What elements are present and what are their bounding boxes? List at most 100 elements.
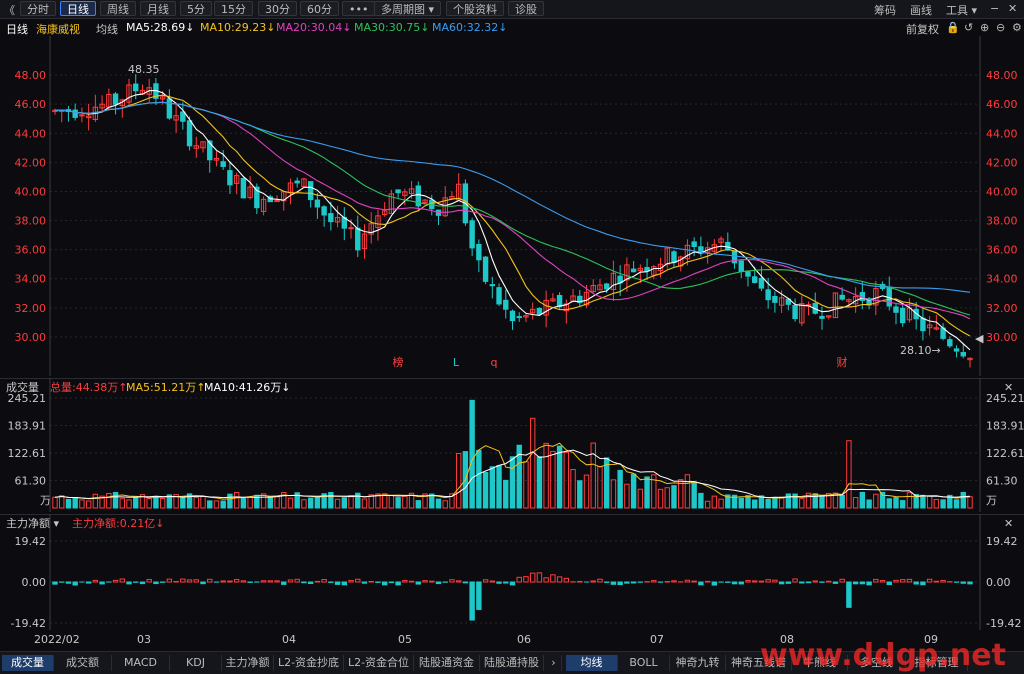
- flow-bar: [652, 581, 656, 582]
- svg-text:q: q: [491, 356, 498, 369]
- volume-bar: [820, 496, 824, 508]
- flow-bar: [672, 581, 676, 582]
- draw-line-button[interactable]: 画线: [910, 2, 932, 18]
- volume-bar: [483, 473, 487, 508]
- candle: [631, 261, 635, 273]
- flow-bar: [759, 581, 763, 582]
- candle: [450, 191, 454, 199]
- more-button[interactable]: •••: [342, 1, 375, 16]
- tab-60min[interactable]: 60分: [300, 1, 339, 16]
- volume-bar: [234, 492, 238, 508]
- stock-profile-button[interactable]: 个股资料: [446, 1, 504, 16]
- indicator-tab[interactable]: 主力净额: [222, 655, 274, 671]
- candle: [887, 277, 891, 311]
- zoom-in-icon[interactable]: ⊕: [980, 21, 989, 34]
- flow-bar: [833, 582, 837, 583]
- tools-button[interactable]: 工具 ▾: [946, 2, 977, 18]
- candle: [564, 299, 568, 323]
- tab-30min[interactable]: 30分: [258, 1, 297, 16]
- event-marker[interactable]: q: [491, 356, 498, 369]
- flow-bar: [773, 580, 777, 582]
- diagnose-button[interactable]: 诊股: [508, 1, 544, 16]
- tab-weekly[interactable]: 周线: [100, 1, 136, 16]
- indicator-tab[interactable]: L2-资金抄底: [274, 655, 344, 671]
- flow-bar: [113, 580, 117, 582]
- minimize-button[interactable]: −: [990, 2, 999, 15]
- close-panel-icon[interactable]: ✕: [1004, 517, 1013, 530]
- candle: [948, 336, 952, 348]
- flow-bar: [315, 581, 319, 582]
- flow-bar: [127, 582, 131, 584]
- volume-bar: [221, 501, 225, 508]
- price-tick-right: 44.00: [986, 127, 1018, 140]
- candle: [282, 192, 286, 211]
- volume-bar: [120, 499, 124, 508]
- chevron-right-icon[interactable]: ›: [546, 655, 562, 671]
- flow-tick-left: 0.00: [22, 576, 47, 589]
- candlestick-chart[interactable]: 48.0048.0046.0046.0044.0044.0042.0042.00…: [0, 36, 1024, 376]
- volume-bar: [611, 480, 615, 508]
- flow-bar: [914, 582, 918, 584]
- flow-tick-right: 0.00: [986, 576, 1011, 589]
- price-tick-left: 46.00: [15, 98, 47, 111]
- ma-label-5: MA60:32.32↓: [432, 21, 507, 34]
- volume-ma5: MA5:51.21万↑: [126, 381, 205, 394]
- volume-bar: [470, 400, 474, 508]
- volume-bar: [349, 496, 353, 508]
- candle: [369, 212, 373, 243]
- volume-bar: [214, 501, 218, 508]
- event-marker[interactable]: 榜: [393, 355, 404, 369]
- price-tick-left: 48.00: [15, 69, 47, 82]
- overlay-tab[interactable]: 均线: [566, 655, 618, 671]
- undo-icon[interactable]: ↺: [964, 21, 973, 34]
- price-tick-right: 48.00: [986, 69, 1018, 82]
- flow-bar: [463, 582, 467, 583]
- main-force-flow-chart[interactable]: 主力净额 ▾主力净额:0.21亿↓✕19.4219.420.000.00-19.…: [0, 514, 1024, 630]
- indicator-tab[interactable]: 成交额: [54, 655, 112, 671]
- flow-title[interactable]: 主力净额 ▾: [6, 516, 59, 530]
- price-tick-right: 30.00: [986, 331, 1018, 344]
- zoom-out-icon[interactable]: ⊖: [996, 21, 1005, 34]
- close-button[interactable]: ✕: [1008, 2, 1017, 15]
- indicator-tab[interactable]: L2-资金合位: [344, 655, 414, 671]
- event-marker[interactable]: 财: [837, 355, 848, 369]
- candle: [308, 181, 312, 207]
- flow-bar: [490, 581, 494, 582]
- tab-daily[interactable]: 日线: [60, 1, 96, 16]
- back-icon[interactable]: 《: [4, 2, 15, 18]
- settings-icon[interactable]: ⚙: [1012, 21, 1022, 34]
- volume-bar: [208, 501, 212, 508]
- flow-bar: [436, 582, 440, 584]
- volume-bar: [127, 500, 131, 508]
- event-marker[interactable]: L: [453, 356, 460, 369]
- multi-period-button[interactable]: 多周期图 ▾: [374, 1, 441, 16]
- tab-fenshi[interactable]: 分时: [20, 1, 56, 16]
- candle: [100, 95, 104, 111]
- indicator-name[interactable]: 均线: [96, 21, 118, 37]
- volume-bar: [268, 497, 272, 508]
- overlay-tab[interactable]: BOLL: [618, 655, 670, 671]
- indicator-tab[interactable]: 成交量: [2, 655, 54, 671]
- chip-button[interactable]: 筹码: [874, 2, 896, 18]
- indicator-tab[interactable]: 陆股通资金: [414, 655, 480, 671]
- tab-5min[interactable]: 5分: [180, 1, 212, 16]
- tab-15min[interactable]: 15分: [214, 1, 253, 16]
- stock-name[interactable]: 海康威视: [36, 21, 80, 37]
- candle: [322, 205, 326, 227]
- candle: [261, 196, 265, 215]
- tab-monthly[interactable]: 月线: [140, 1, 176, 16]
- volume-bar: [181, 497, 185, 508]
- overlay-tab[interactable]: 神奇九转: [670, 655, 726, 671]
- indicator-tab[interactable]: 陆股通持股: [480, 655, 544, 671]
- lock-icon[interactable]: 🔒: [946, 21, 960, 34]
- flow-bar: [228, 581, 232, 582]
- volume-chart[interactable]: 成交量总量:44.38万↑MA5:51.21万↑MA10:41.26万↓✕245…: [0, 378, 1024, 512]
- flow-bar: [705, 581, 709, 582]
- volume-bar: [800, 499, 804, 508]
- adjust-mode[interactable]: 前复权: [906, 21, 939, 37]
- candle: [800, 296, 804, 327]
- indicator-tab[interactable]: MACD: [112, 655, 170, 671]
- flow-bar: [261, 581, 265, 582]
- volume-bar: [241, 498, 245, 508]
- indicator-tab[interactable]: KDJ: [170, 655, 222, 671]
